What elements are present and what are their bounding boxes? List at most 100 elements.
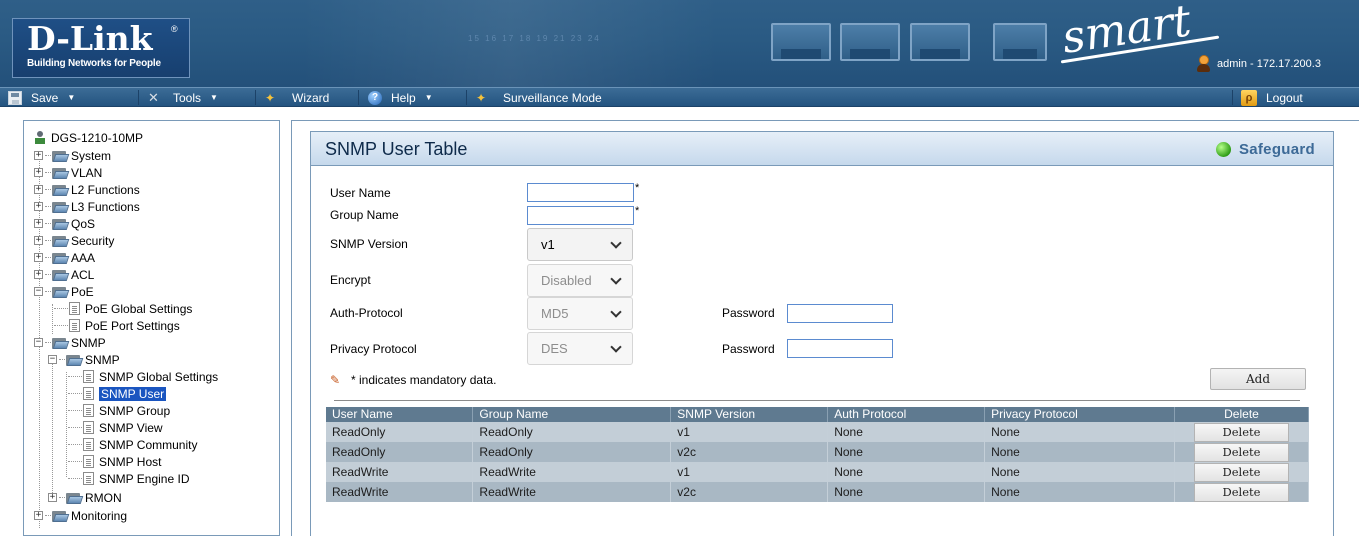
chevron-down-icon: [610, 237, 622, 249]
privacy-password-input[interactable]: [787, 339, 893, 358]
menu-wizard[interactable]: ✦ Wizard: [265, 88, 329, 107]
folder-icon: [52, 218, 70, 230]
tree-item-poe[interactable]: − PoE: [34, 283, 94, 300]
table-cell: ReadWrite: [472, 462, 672, 482]
wizard-icon: ✦: [265, 90, 276, 105]
collapse-icon[interactable]: −: [48, 355, 57, 364]
auth-password-input[interactable]: [787, 304, 893, 323]
table-cell: v2c: [670, 442, 829, 462]
expand-icon[interactable]: +: [34, 151, 43, 160]
expand-icon[interactable]: +: [48, 493, 57, 502]
menu-tools[interactable]: ✕ Tools ▼: [148, 88, 218, 107]
table-cell: None: [827, 482, 986, 502]
table-cell: None: [827, 422, 986, 442]
add-button[interactable]: Add: [1210, 368, 1306, 390]
snmp-version-select[interactable]: v1: [527, 228, 633, 261]
safeguard-label: Safeguard: [1238, 141, 1315, 158]
collapse-icon[interactable]: −: [34, 338, 43, 347]
encrypt-select[interactable]: Disabled: [527, 264, 633, 297]
header-banner: D-Link ® Building Networks for People 15…: [0, 0, 1359, 87]
tree-item-snmp-user[interactable]: SNMP User: [68, 385, 167, 402]
tree-item-poe-global[interactable]: PoE Global Settings: [54, 300, 192, 317]
port-graphic: [993, 23, 1047, 61]
tree-item-rmon[interactable]: + RMON: [48, 489, 122, 506]
collapse-icon[interactable]: −: [34, 287, 43, 296]
tree-item-snmp-host[interactable]: SNMP Host: [68, 453, 161, 470]
table-cell: None: [984, 422, 1175, 442]
table-cell: None: [827, 442, 986, 462]
privacy-protocol-select[interactable]: DES: [527, 332, 633, 365]
folder-icon: [66, 492, 84, 504]
tree-label: ACL: [71, 267, 95, 282]
expand-icon[interactable]: +: [34, 219, 43, 228]
menu-help-label: Help: [391, 90, 416, 105]
table-row: ReadWrite ReadWrite v2c None None Delete: [326, 482, 1310, 502]
user-name-input[interactable]: [527, 183, 634, 202]
tree-device-root[interactable]: DGS-1210-10MP: [34, 129, 143, 146]
tree-item-snmp-community[interactable]: SNMP Community: [68, 436, 197, 453]
menu-save[interactable]: Save ▼: [8, 88, 75, 107]
delete-button[interactable]: Delete: [1193, 442, 1289, 462]
wizard-icon: ✦: [476, 90, 487, 105]
tree-label: PoE: [71, 284, 94, 299]
expand-icon[interactable]: +: [34, 202, 43, 211]
table-row: ReadOnly ReadOnly v2c None None Delete: [326, 442, 1310, 462]
snmp-version-value: v1: [541, 237, 555, 252]
tree-item-qos[interactable]: + QoS: [34, 215, 95, 232]
column-header: Group Name: [472, 407, 672, 422]
table-cell: ReadOnly: [472, 422, 672, 442]
delete-button[interactable]: Delete: [1193, 422, 1289, 442]
table-cell: None: [984, 462, 1175, 482]
tree-label: SNMP: [71, 335, 106, 350]
auth-protocol-select[interactable]: MD5: [527, 297, 633, 330]
expand-icon[interactable]: +: [34, 185, 43, 194]
port-graphic: [910, 23, 970, 61]
tree-item-l3-functions[interactable]: + L3 Functions: [34, 198, 140, 215]
tree-item-snmp-group[interactable]: SNMP Group: [68, 402, 170, 419]
tree-item-l2-functions[interactable]: + L2 Functions: [34, 181, 140, 198]
group-name-label: Group Name: [330, 208, 399, 222]
privacy-protocol-label: Privacy Protocol: [330, 342, 417, 356]
group-name-input[interactable]: [527, 206, 634, 225]
tree-item-snmp-view[interactable]: SNMP View: [68, 419, 163, 436]
encrypt-label: Encrypt: [330, 273, 371, 287]
tree-item-acl[interactable]: + ACL: [34, 266, 94, 283]
menu-help[interactable]: ? Help ▼: [368, 88, 433, 107]
section-divider: [334, 400, 1300, 401]
expand-icon[interactable]: +: [34, 253, 43, 262]
page-icon: [83, 438, 94, 451]
table-row: ReadWrite ReadWrite v1 None None Delete: [326, 462, 1310, 482]
page-icon: [83, 387, 94, 400]
tree-label: PoE Port Settings: [85, 318, 180, 333]
tree-item-monitoring[interactable]: + Monitoring: [34, 507, 127, 524]
expand-icon[interactable]: +: [34, 168, 43, 177]
tree-item-system[interactable]: + System: [34, 147, 111, 164]
tree-item-aaa[interactable]: + AAA: [34, 249, 95, 266]
tree-item-snmp-sub[interactable]: − SNMP: [48, 351, 120, 368]
menu-bar: Save ▼ ✕ Tools ▼ ✦ Wizard ? Help ▼ ✦ Sur…: [0, 87, 1359, 107]
tree-label: SNMP View: [99, 420, 163, 435]
menu-logout-label: Logout: [1266, 90, 1303, 105]
tree-label: SNMP Community: [99, 437, 198, 452]
table-cell: ReadWrite: [472, 482, 672, 502]
tree-item-vlan[interactable]: + VLAN: [34, 164, 102, 181]
folder-icon: [52, 184, 70, 196]
menu-save-label: Save: [31, 90, 59, 105]
folder-icon: [52, 201, 70, 213]
tree-item-security[interactable]: + Security: [34, 232, 114, 249]
tree-item-snmp[interactable]: − SNMP: [34, 334, 106, 351]
menu-separator: [358, 90, 359, 105]
delete-button[interactable]: Delete: [1193, 462, 1289, 482]
tree-item-snmp-engine-id[interactable]: SNMP Engine ID: [68, 470, 190, 487]
expand-icon[interactable]: +: [34, 236, 43, 245]
tree-guide: [52, 304, 53, 334]
expand-icon[interactable]: +: [34, 511, 43, 520]
tree-item-poe-port[interactable]: PoE Port Settings: [54, 317, 180, 334]
expand-icon[interactable]: +: [34, 270, 43, 279]
folder-icon: [52, 252, 70, 264]
page-icon: [83, 370, 94, 383]
menu-logout[interactable]: ρ Logout: [1241, 88, 1303, 107]
menu-surveillance[interactable]: ✦ Surveillance Mode: [476, 88, 602, 107]
delete-button[interactable]: Delete: [1193, 482, 1289, 502]
tree-item-snmp-global-settings[interactable]: SNMP Global Settings: [68, 368, 218, 385]
